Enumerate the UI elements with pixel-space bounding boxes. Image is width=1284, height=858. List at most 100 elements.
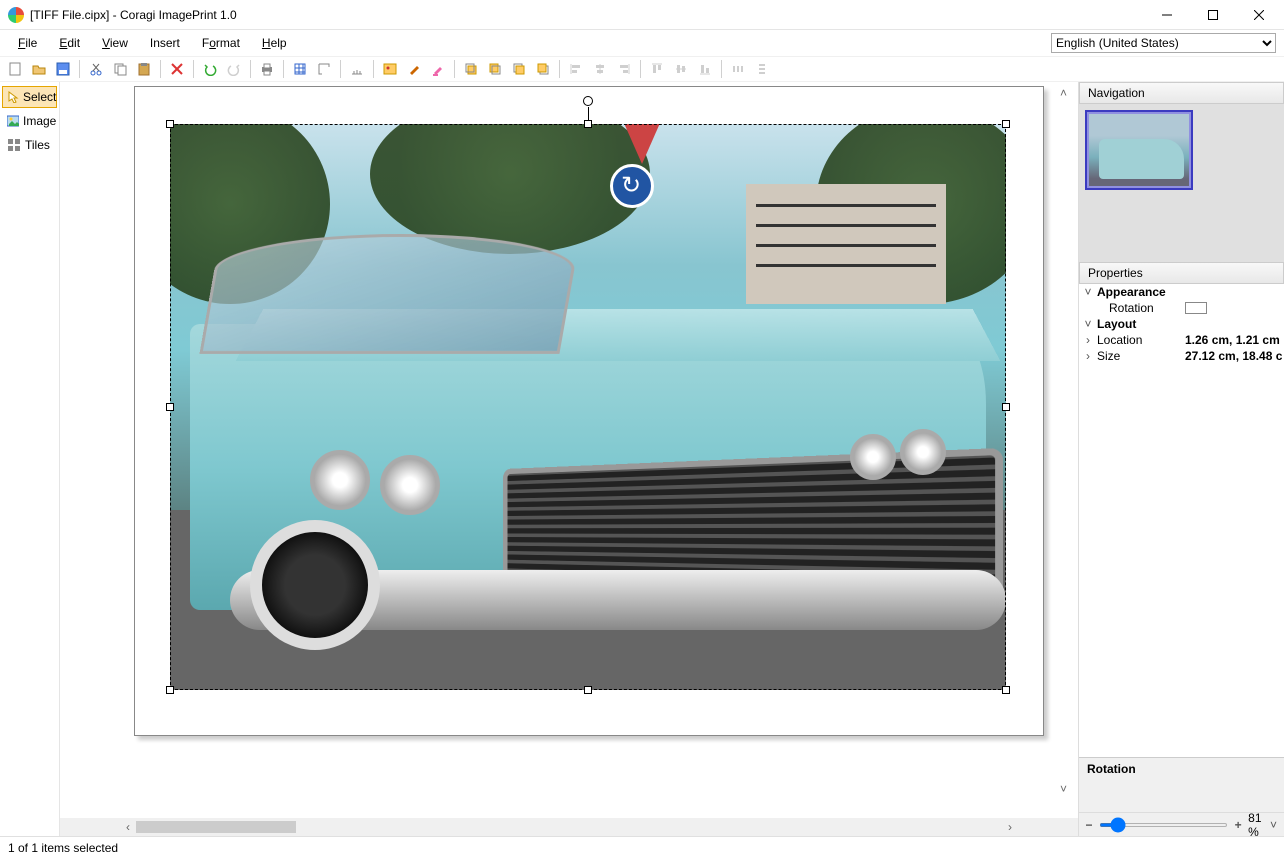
cursor-icon (7, 90, 19, 104)
scroll-up-icon[interactable]: ˄ (1060, 86, 1076, 100)
toolbar (0, 56, 1284, 82)
prop-size[interactable]: › Size 27.12 cm, 18.48 cm (1079, 348, 1284, 364)
undo-icon[interactable] (199, 58, 221, 80)
resize-handle-n[interactable] (584, 120, 592, 128)
resize-handle-e[interactable] (1002, 403, 1010, 411)
new-icon[interactable] (4, 58, 26, 80)
zoom-percent: 81 % (1248, 811, 1264, 839)
align-middle-icon[interactable] (670, 58, 692, 80)
close-button[interactable] (1236, 0, 1282, 30)
prop-rotation[interactable]: Rotation (1079, 300, 1284, 316)
align-top-icon[interactable] (646, 58, 668, 80)
menu-format[interactable]: Format (192, 34, 250, 52)
prop-group-layout[interactable]: ˅ Layout (1079, 316, 1284, 332)
align-left-icon[interactable] (565, 58, 587, 80)
ruler-icon[interactable] (313, 58, 335, 80)
image-content (170, 124, 1006, 690)
canvas-area: ˄ ˅ ‹ › (60, 82, 1078, 836)
status-bar: 1 of 1 items selected (0, 836, 1284, 858)
tool-select-label: Select (23, 90, 56, 104)
rotation-section-header[interactable]: Rotation (1079, 758, 1284, 780)
prop-group-appearance[interactable]: ˅ Appearance (1079, 284, 1284, 300)
insert-image-icon[interactable] (379, 58, 401, 80)
highlighter-icon[interactable] (427, 58, 449, 80)
language-selector[interactable]: English (United States) (1051, 33, 1276, 53)
grid-icon[interactable] (289, 58, 311, 80)
align-bottom-icon[interactable] (694, 58, 716, 80)
right-panel: Navigation Properties ˅ Appearance Rotat… (1078, 82, 1284, 836)
cut-icon[interactable] (85, 58, 107, 80)
delete-icon[interactable] (166, 58, 188, 80)
scroll-left-icon[interactable]: ‹ (120, 819, 136, 835)
selected-image[interactable] (170, 124, 1006, 690)
print-icon[interactable] (256, 58, 278, 80)
paste-icon[interactable] (133, 58, 155, 80)
zoom-out-icon[interactable]: − (1085, 818, 1093, 832)
image-icon (7, 114, 19, 128)
rotation-handle[interactable] (583, 96, 593, 106)
chevron-right-icon: › (1081, 349, 1095, 363)
chevron-down-icon: ˅ (1081, 285, 1095, 299)
distribute-h-icon[interactable] (727, 58, 749, 80)
status-text: 1 of 1 items selected (8, 841, 118, 855)
tiles-icon (7, 138, 21, 152)
send-back-icon[interactable] (532, 58, 554, 80)
zoom-bar: − + 81 % ˅ (1079, 812, 1284, 836)
resize-handle-sw[interactable] (166, 686, 174, 694)
scroll-right-icon[interactable]: › (1002, 819, 1018, 835)
chevron-down-icon: ˅ (1081, 317, 1095, 331)
menu-view[interactable]: View (92, 34, 138, 52)
open-icon[interactable] (28, 58, 50, 80)
resize-handle-ne[interactable] (1002, 120, 1010, 128)
color-icon[interactable] (403, 58, 425, 80)
align-right-icon[interactable] (613, 58, 635, 80)
vertical-scroll[interactable]: ˄ ˅ (1060, 86, 1076, 796)
navigation-header[interactable]: Navigation (1079, 82, 1284, 104)
distribute-v-icon[interactable] (751, 58, 773, 80)
app-icon (8, 7, 24, 23)
canvas-viewport[interactable]: ˄ ˅ (60, 82, 1078, 818)
title-bar: [TIFF File.cipx] - Coragi ImagePrint 1.0 (0, 0, 1284, 30)
resize-handle-se[interactable] (1002, 686, 1010, 694)
scroll-track[interactable] (136, 819, 1002, 835)
minimize-button[interactable] (1144, 0, 1190, 30)
tool-image-label: Image (23, 114, 56, 128)
properties-header[interactable]: Properties (1079, 262, 1284, 284)
rotation-value-box[interactable] (1185, 302, 1207, 314)
align-center-h-icon[interactable] (589, 58, 611, 80)
resize-handle-w[interactable] (166, 403, 174, 411)
zoom-slider[interactable] (1099, 823, 1228, 827)
zoom-in-icon[interactable]: + (1234, 818, 1242, 832)
window-title: [TIFF File.cipx] - Coragi ImagePrint 1.0 (30, 8, 237, 22)
copy-icon[interactable] (109, 58, 131, 80)
tool-tiles-label: Tiles (25, 138, 50, 152)
maximize-button[interactable] (1190, 0, 1236, 30)
tool-panel: Select Image Tiles (0, 82, 60, 836)
horizontal-scrollbar[interactable]: ‹ › (60, 818, 1078, 836)
menu-help[interactable]: Help (252, 34, 297, 52)
chevron-right-icon: › (1081, 333, 1095, 347)
prop-location[interactable]: › Location 1.26 cm, 1.21 cm (1079, 332, 1284, 348)
menu-file[interactable]: File (8, 34, 47, 52)
snap-icon[interactable] (346, 58, 368, 80)
bring-front-icon[interactable] (460, 58, 482, 80)
zoom-dropdown-icon[interactable]: ˅ (1270, 818, 1278, 832)
rotation-section: Rotation (1079, 757, 1284, 812)
send-backward-icon[interactable] (508, 58, 530, 80)
language-select[interactable]: English (United States) (1051, 33, 1276, 53)
page-thumbnail[interactable] (1085, 110, 1193, 190)
menu-bar: File Edit View Insert Format Help Englis… (0, 30, 1284, 56)
menu-insert[interactable]: Insert (140, 34, 190, 52)
redo-icon[interactable] (223, 58, 245, 80)
tool-image[interactable]: Image (2, 110, 57, 132)
scroll-down-icon[interactable]: ˅ (1060, 782, 1076, 796)
resize-handle-s[interactable] (584, 686, 592, 694)
main-area: Select Image Tiles (0, 82, 1284, 836)
tool-select[interactable]: Select (2, 86, 57, 108)
save-icon[interactable] (52, 58, 74, 80)
tool-tiles[interactable]: Tiles (2, 134, 57, 156)
scroll-thumb[interactable] (136, 821, 296, 833)
menu-edit[interactable]: Edit (49, 34, 90, 52)
resize-handle-nw[interactable] (166, 120, 174, 128)
bring-forward-icon[interactable] (484, 58, 506, 80)
